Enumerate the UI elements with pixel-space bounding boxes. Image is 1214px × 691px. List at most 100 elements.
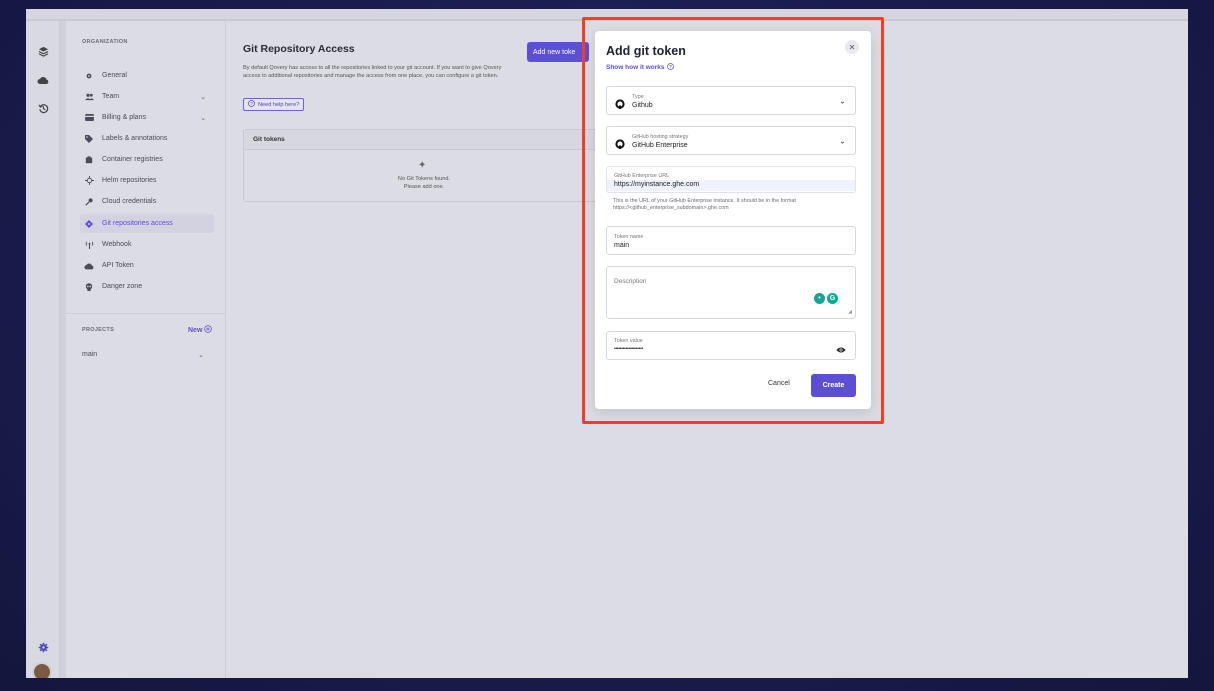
lightbulb-icon[interactable]: •	[814, 293, 825, 304]
show-how-label: Show how it works	[606, 64, 665, 71]
sidebar-item-labels[interactable]: Labels & annotations	[80, 129, 214, 148]
antenna-icon	[84, 240, 94, 250]
sidebar-item-label: Danger zone	[102, 283, 143, 290]
grammarly-icon[interactable]: G	[827, 293, 838, 304]
project-label: main	[82, 351, 98, 358]
need-help-button[interactable]: ? Need help here?	[243, 98, 305, 111]
settings-sidebar: ORGANIZATION General Team ⌄ Billing & pl…	[66, 21, 226, 678]
url-value: https://myinstance.ghe.com	[614, 181, 700, 188]
box-icon	[84, 155, 94, 165]
chevron-down-icon: ⌄	[839, 96, 846, 105]
github-icon	[615, 96, 625, 109]
modal-title: Add git token	[606, 44, 686, 58]
sidebar-item-helm-repositories[interactable]: Helm repositories	[80, 171, 214, 190]
sidebar-item-webhook[interactable]: Webhook	[80, 235, 214, 254]
url-hint: This is the URL of your GitHub Enterpris…	[613, 198, 796, 212]
organization-heading: ORGANIZATION	[82, 39, 128, 45]
description-field[interactable]: Description • G ◢	[606, 266, 856, 319]
resize-handle-icon[interactable]: ◢	[848, 309, 852, 315]
add-token-label: Add new toke	[533, 48, 576, 56]
type-select[interactable]: Type Github ⌄	[606, 86, 856, 115]
close-icon[interactable]: ✕	[845, 40, 859, 54]
page-title: Git Repository Access	[243, 43, 355, 55]
chevron-down-icon: ⌄	[198, 351, 204, 359]
show-how-it-works-link[interactable]: Show how it works ?	[606, 63, 674, 72]
project-item-main[interactable]: main ⌄	[78, 345, 212, 364]
enterprise-url-field[interactable]: GitHub Enterprise URL https://myinstance…	[606, 166, 856, 193]
sidebar-item-git-repositories-access[interactable]: Git repositories access	[80, 214, 214, 233]
key-icon	[84, 197, 94, 207]
strategy-label: GitHub hosting strategy	[632, 134, 689, 140]
sidebar-item-danger-zone[interactable]: Danger zone	[80, 277, 214, 296]
sidebar-item-label: Cloud credentials	[102, 198, 157, 205]
github-icon	[615, 136, 625, 149]
sidebar-item-label: Container registries	[102, 156, 163, 163]
sidebar-item-general[interactable]: General	[80, 66, 214, 85]
sidebar-item-container-registries[interactable]: Container registries	[80, 150, 214, 169]
type-value: Github	[632, 102, 653, 109]
type-label: Type	[632, 94, 644, 100]
credit-card-icon	[84, 113, 94, 123]
svg-text:?: ?	[669, 64, 672, 69]
sidebar-item-team[interactable]: Team ⌄	[80, 87, 214, 106]
strategy-value: GitHub Enterprise	[632, 142, 688, 149]
token-value-masked: ••••••••••••••••••••	[614, 346, 644, 352]
token-name-field[interactable]: Token name main	[606, 226, 856, 255]
token-name-value: main	[614, 242, 630, 249]
helm-icon	[84, 176, 94, 186]
icon-rail	[26, 21, 60, 678]
hosting-strategy-select[interactable]: GitHub hosting strategy GitHub Enterpris…	[606, 126, 856, 155]
sidebar-item-api-token[interactable]: API Token	[80, 256, 214, 275]
empty-state-text: No Git Tokens found. Please add one.	[364, 175, 484, 191]
projects-heading: PROJECTS	[82, 327, 115, 333]
sidebar-item-label: Labels & annotations	[102, 135, 168, 142]
git-tokens-header: Git tokens	[244, 130, 602, 150]
user-avatar[interactable]	[32, 662, 52, 678]
cloud-icon[interactable]	[35, 72, 51, 88]
gear-icon	[84, 71, 94, 81]
users-icon	[84, 92, 94, 102]
sidebar-item-label: Billing & plans	[102, 114, 146, 121]
need-help-label: Need help here?	[258, 101, 300, 108]
new-project-label: New	[188, 326, 203, 334]
chevron-down-icon: ⌄	[200, 114, 206, 122]
grammarly-widgets[interactable]: • G	[814, 293, 838, 304]
create-button[interactable]: Create	[811, 374, 856, 397]
svg-text:?: ?	[250, 101, 253, 106]
sidebar-item-label: Webhook	[102, 241, 132, 248]
skull-icon	[84, 282, 94, 292]
help-circle-icon: ?	[248, 100, 255, 109]
token-value-field[interactable]: Token value ••••••••••••••••••••	[606, 331, 856, 360]
page-description: By default Qovery has access to all the …	[243, 65, 502, 79]
cancel-button[interactable]: Cancel	[768, 380, 790, 387]
tag-icon	[84, 134, 94, 144]
description-label: Description	[614, 278, 647, 285]
empty-line-2: Please add one.	[403, 184, 445, 190]
help-circle-icon: ?	[666, 63, 674, 72]
empty-line-1: No Git Tokens found.	[397, 176, 451, 182]
new-project-button[interactable]: New	[188, 325, 213, 335]
git-tokens-panel: Git tokens ✦ No Git Tokens found. Please…	[243, 129, 603, 202]
sidebar-item-label: API Token	[102, 262, 134, 269]
sidebar-item-cloud-credentials[interactable]: Cloud credentials	[80, 192, 214, 211]
sidebar-item-label: Team	[102, 93, 120, 100]
sidebar-item-billing[interactable]: Billing & plans ⌄	[80, 108, 214, 127]
settings-gear-icon[interactable]	[35, 639, 51, 655]
sidebar-item-label: Helm repositories	[102, 177, 157, 184]
sidebar-item-label: General	[102, 72, 127, 79]
url-label: GitHub Enterprise URL	[614, 173, 670, 179]
layers-icon[interactable]	[35, 43, 51, 59]
chevron-down-icon: ⌄	[839, 136, 846, 145]
sparkle-icon: ✦	[418, 160, 427, 171]
git-icon	[84, 219, 94, 229]
history-icon[interactable]	[35, 100, 51, 116]
cloud-key-icon	[84, 261, 94, 271]
eye-icon[interactable]	[836, 341, 846, 352]
plus-circle-icon	[204, 325, 213, 335]
add-git-token-modal: Add git token Show how it works ? ✕ Type…	[595, 31, 871, 409]
sidebar-divider	[66, 313, 226, 314]
token-name-label: Token name	[614, 234, 644, 240]
sidebar-item-label: Git repositories access	[102, 220, 173, 227]
add-new-token-button[interactable]: Add new toke	[527, 42, 590, 62]
chevron-down-icon: ⌄	[200, 93, 206, 101]
